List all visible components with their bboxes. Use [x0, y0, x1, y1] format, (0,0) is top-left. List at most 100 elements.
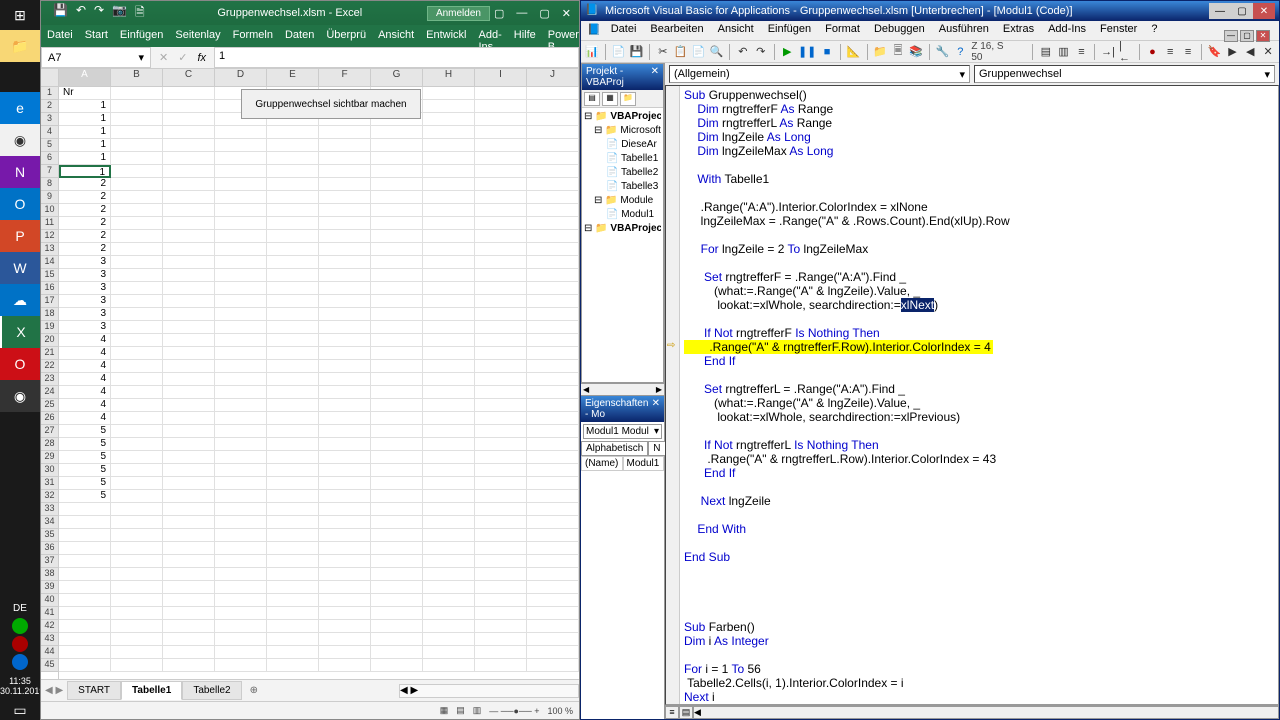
cell[interactable] [475, 152, 527, 165]
cell[interactable] [319, 360, 371, 373]
row-header[interactable]: 45 [41, 659, 58, 672]
cell[interactable] [475, 477, 527, 490]
cell[interactable] [215, 295, 267, 308]
col-header[interactable]: J [527, 69, 579, 87]
cell[interactable] [371, 451, 423, 464]
chrome-icon[interactable]: ◉ [0, 124, 40, 156]
cell[interactable] [475, 321, 527, 334]
fx-icon[interactable]: fx [197, 52, 206, 64]
cell[interactable] [371, 321, 423, 334]
cell[interactable] [371, 581, 423, 594]
cell[interactable] [371, 633, 423, 646]
cell[interactable] [527, 139, 579, 152]
cell[interactable] [475, 126, 527, 139]
cell[interactable] [319, 399, 371, 412]
toolbox-icon[interactable]: 🔧 [936, 43, 950, 61]
cell[interactable] [527, 581, 579, 594]
cell[interactable] [163, 646, 215, 659]
cell[interactable] [423, 243, 475, 256]
cell[interactable] [163, 334, 215, 347]
cell[interactable] [111, 568, 163, 581]
cell[interactable] [319, 412, 371, 425]
row-header[interactable]: 10 [41, 204, 58, 217]
undo-icon[interactable]: ↶ [76, 3, 86, 24]
cell[interactable]: Nr [59, 87, 111, 100]
cell[interactable] [215, 581, 267, 594]
cell[interactable] [163, 438, 215, 451]
project-tree[interactable]: ⊟ 📁 VBAProject (G⊟ 📁 Microsoft Ex📄 Diese… [582, 108, 663, 238]
cell[interactable] [319, 659, 371, 672]
cell[interactable]: 1 [59, 100, 111, 113]
row-header[interactable]: 11 [41, 217, 58, 230]
ribbon-tab-hilfe[interactable]: Hilfe [508, 25, 542, 47]
row-header[interactable]: 21 [41, 347, 58, 360]
cell[interactable] [59, 646, 111, 659]
cell[interactable] [111, 542, 163, 555]
cell[interactable] [371, 243, 423, 256]
ribbon-tab-ansicht[interactable]: Ansicht [372, 25, 420, 47]
cell[interactable] [319, 256, 371, 269]
cell[interactable] [319, 269, 371, 282]
cell[interactable] [111, 165, 163, 178]
cell[interactable] [423, 334, 475, 347]
cell[interactable] [267, 334, 319, 347]
cell[interactable]: 4 [59, 412, 111, 425]
cell[interactable] [527, 555, 579, 568]
cell[interactable] [319, 321, 371, 334]
cell[interactable] [319, 373, 371, 386]
cell[interactable] [163, 269, 215, 282]
cell[interactable] [527, 230, 579, 243]
cell[interactable] [111, 646, 163, 659]
cell[interactable] [163, 568, 215, 581]
cell[interactable] [527, 191, 579, 204]
row-header[interactable]: 13 [41, 243, 58, 256]
cell[interactable] [475, 360, 527, 373]
row-header[interactable]: 7 [41, 165, 58, 178]
cell[interactable] [215, 412, 267, 425]
cell[interactable] [111, 113, 163, 126]
cell[interactable] [475, 139, 527, 152]
cell[interactable] [319, 165, 371, 178]
cell[interactable] [475, 113, 527, 126]
cell[interactable] [527, 113, 579, 126]
redo-icon[interactable]: ↷ [94, 3, 104, 24]
copy-icon[interactable]: 📋 [674, 43, 688, 61]
cell[interactable] [475, 542, 527, 555]
cell[interactable] [267, 165, 319, 178]
cell[interactable] [527, 542, 579, 555]
row-header[interactable]: 9 [41, 191, 58, 204]
col-header[interactable]: B [111, 69, 163, 87]
redo-icon[interactable]: ↷ [754, 43, 768, 61]
hscroll[interactable]: ◀ ▶ [399, 684, 579, 698]
row-header[interactable]: 40 [41, 594, 58, 607]
tree-node[interactable]: ⊟ 📁 VBAProject (G [584, 110, 661, 124]
cell[interactable] [475, 633, 527, 646]
menu-einfügen[interactable]: Einfügen [762, 21, 817, 40]
cell[interactable] [163, 191, 215, 204]
cell[interactable] [215, 334, 267, 347]
cell[interactable] [423, 126, 475, 139]
cell[interactable]: 2 [59, 230, 111, 243]
cell[interactable] [475, 269, 527, 282]
uncomment-icon[interactable]: ≡ [1181, 43, 1195, 61]
ribbon-tab-power b[interactable]: Power B [542, 25, 585, 47]
cell[interactable] [475, 581, 527, 594]
cell[interactable] [423, 204, 475, 217]
cell[interactable] [215, 347, 267, 360]
code-editor[interactable]: ⇨ Sub Gruppenwechsel() Dim rngtrefferF A… [665, 85, 1279, 705]
cell[interactable] [475, 607, 527, 620]
cell[interactable] [475, 412, 527, 425]
excel-taskbar-icon[interactable]: X [0, 316, 40, 348]
cell[interactable]: 2 [59, 217, 111, 230]
cut-icon[interactable]: ✂ [656, 43, 670, 61]
cell[interactable] [59, 555, 111, 568]
view-excel-icon[interactable]: 📊 [585, 43, 599, 61]
cell[interactable] [215, 191, 267, 204]
menu-debuggen[interactable]: Debuggen [868, 21, 931, 40]
procedure-view-icon[interactable]: ▤ [679, 706, 693, 719]
cell[interactable] [475, 165, 527, 178]
outlook-icon[interactable]: O [0, 188, 40, 220]
cell[interactable]: 3 [59, 256, 111, 269]
cell[interactable] [319, 633, 371, 646]
cell[interactable]: 5 [59, 451, 111, 464]
